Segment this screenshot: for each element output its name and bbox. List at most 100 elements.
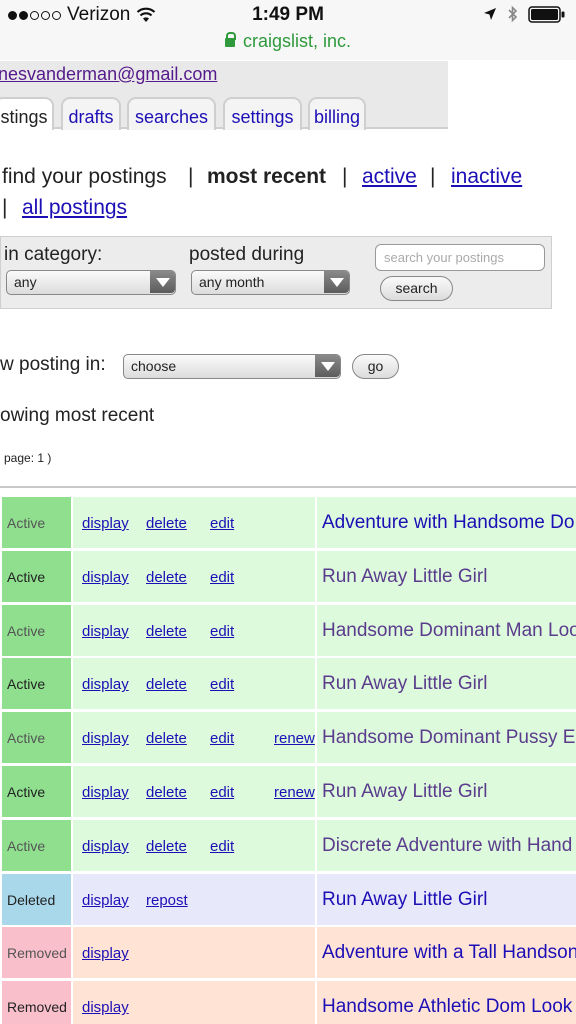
posting-actions: display (73, 927, 315, 979)
tab-drafts[interactable]: drafts (61, 97, 121, 130)
bluetooth-icon (508, 5, 518, 23)
tab-billing[interactable]: billing (308, 97, 366, 130)
delete-link[interactable]: delete (146, 838, 187, 855)
display-link[interactable]: display (82, 999, 129, 1016)
posted-during-select[interactable]: any month (191, 270, 350, 295)
delete-link[interactable]: delete (146, 784, 187, 801)
posting-title-link[interactable]: Handsome Athletic Dom Look (317, 981, 576, 1024)
posting-status: Active (2, 550, 71, 602)
posting-actions: display repost (73, 873, 315, 925)
display-link[interactable]: display (82, 515, 129, 532)
showing-text: owing most recent (0, 405, 155, 426)
posting-actions: display delete edit renew (73, 712, 315, 764)
go-button[interactable]: go (352, 354, 399, 379)
display-link[interactable]: display (82, 730, 129, 747)
posting-row: Active display delete edit Run Away Little G… (0, 658, 576, 710)
posting-title-link[interactable]: Discrete Adventure with Hand (317, 819, 576, 871)
edit-link[interactable]: edit (210, 623, 234, 640)
url-text: craigslist, inc. (242, 31, 352, 51)
posting-title-link[interactable]: Run Away Little Girl (317, 550, 576, 602)
posting-row: Removed display Adventure with a Tall Hand… (0, 927, 576, 979)
delete-link[interactable]: delete (146, 569, 187, 586)
posting-nav-prefix: find your postings (2, 165, 167, 188)
posting-title-link[interactable]: Handsome Dominant Man Loo (317, 604, 576, 656)
posting-status: Active (2, 658, 71, 710)
display-link[interactable]: display (82, 784, 129, 801)
search-postings-input[interactable]: search your postings (375, 244, 545, 271)
edit-link[interactable]: edit (210, 730, 234, 747)
posting-status: Active (2, 766, 71, 817)
posting-row: Active display delete edit renew Run Away Lit… (0, 766, 576, 817)
renew-link[interactable]: renew (274, 784, 315, 801)
posting-row: Removed display Handsome Athletic Dom Look (0, 981, 576, 1024)
location-arrow-icon (484, 8, 496, 20)
category-select-value: any (14, 274, 37, 290)
display-link[interactable]: display (82, 838, 129, 855)
posting-status: Active (2, 604, 71, 656)
search-button[interactable]: search (380, 276, 453, 301)
nav-active-link[interactable]: active (362, 165, 417, 189)
display-link[interactable]: display (82, 623, 129, 640)
posting-row: Active display delete edit Discrete Adventur… (0, 819, 576, 871)
ios-status-bar: Verizon 1:49 PM craigslist, inc. (0, 0, 576, 60)
delete-link[interactable]: delete (146, 676, 187, 693)
delete-link[interactable]: delete (146, 730, 187, 747)
posting-title-link[interactable]: Adventure with Handsome Do (317, 497, 576, 548)
nav-separator: | (2, 196, 8, 219)
posting-actions: display (73, 981, 315, 1024)
account-email-link[interactable]: nesvanderman@gmail.com (0, 64, 217, 85)
posting-actions: display delete edit (73, 550, 315, 602)
posting-row: Deleted display repost Run Away Little Girl (0, 873, 576, 925)
posting-status: Removed (2, 981, 71, 1024)
new-posting-label: w posting in: (0, 354, 106, 375)
category-select[interactable]: any (6, 270, 176, 295)
tab-settings[interactable]: settings (223, 97, 302, 130)
nav-all-postings-link[interactable]: all postings (22, 196, 127, 220)
page-indicator: page: 1 ) (4, 451, 52, 465)
posting-title-link[interactable]: Run Away Little Girl (317, 873, 576, 925)
delete-link[interactable]: delete (146, 623, 187, 640)
chevron-down-icon (315, 355, 340, 377)
posting-status: Removed (2, 927, 71, 979)
posting-row: Active display delete edit Run Away Little G… (0, 550, 576, 602)
display-link[interactable]: display (82, 676, 129, 693)
new-posting-category-select[interactable]: choose (123, 354, 341, 379)
tab-searches[interactable]: searches (127, 97, 216, 130)
edit-link[interactable]: edit (210, 515, 234, 532)
posting-title-link[interactable]: Handsome Dominant Pussy E (317, 712, 576, 764)
posting-title-link[interactable]: Run Away Little Girl (317, 658, 576, 710)
edit-link[interactable]: edit (210, 569, 234, 586)
posting-actions: display delete edit (73, 658, 315, 710)
repost-link[interactable]: repost (146, 892, 188, 909)
renew-link[interactable]: renew (274, 730, 315, 747)
posting-status: Active (2, 819, 71, 871)
posting-status: Active (2, 712, 71, 764)
lock-icon (224, 32, 236, 47)
posting-status: Deleted (2, 873, 71, 925)
url-bar[interactable]: craigslist, inc. (0, 31, 576, 52)
posted-during-select-value: any month (199, 274, 265, 290)
edit-link[interactable]: edit (210, 676, 234, 693)
posting-row: Active display delete edit Handsome Dominant… (0, 604, 576, 656)
display-link[interactable]: display (82, 569, 129, 586)
display-link[interactable]: display (82, 945, 129, 962)
table-divider (0, 486, 576, 488)
nav-separator: | (430, 165, 436, 188)
posting-actions: display delete edit (73, 604, 315, 656)
edit-link[interactable]: edit (210, 784, 234, 801)
posting-actions: display delete edit renew (73, 766, 315, 817)
display-link[interactable]: display (82, 892, 129, 909)
new-posting-select-value: choose (131, 358, 177, 374)
posted-during-label: posted during (189, 244, 305, 265)
battery-icon (528, 5, 565, 23)
posting-title-link[interactable]: Run Away Little Girl (317, 766, 576, 817)
status-icons (483, 5, 566, 23)
posting-title-link[interactable]: Adventure with a Tall Handson (317, 927, 576, 979)
tab-postings[interactable]: stings (0, 97, 54, 130)
delete-link[interactable]: delete (146, 515, 187, 532)
nav-inactive-link[interactable]: inactive (451, 165, 522, 189)
edit-link[interactable]: edit (210, 838, 234, 855)
nav-separator: | (342, 165, 348, 188)
nav-separator: | (188, 165, 194, 188)
posting-actions: display delete edit (73, 819, 315, 871)
